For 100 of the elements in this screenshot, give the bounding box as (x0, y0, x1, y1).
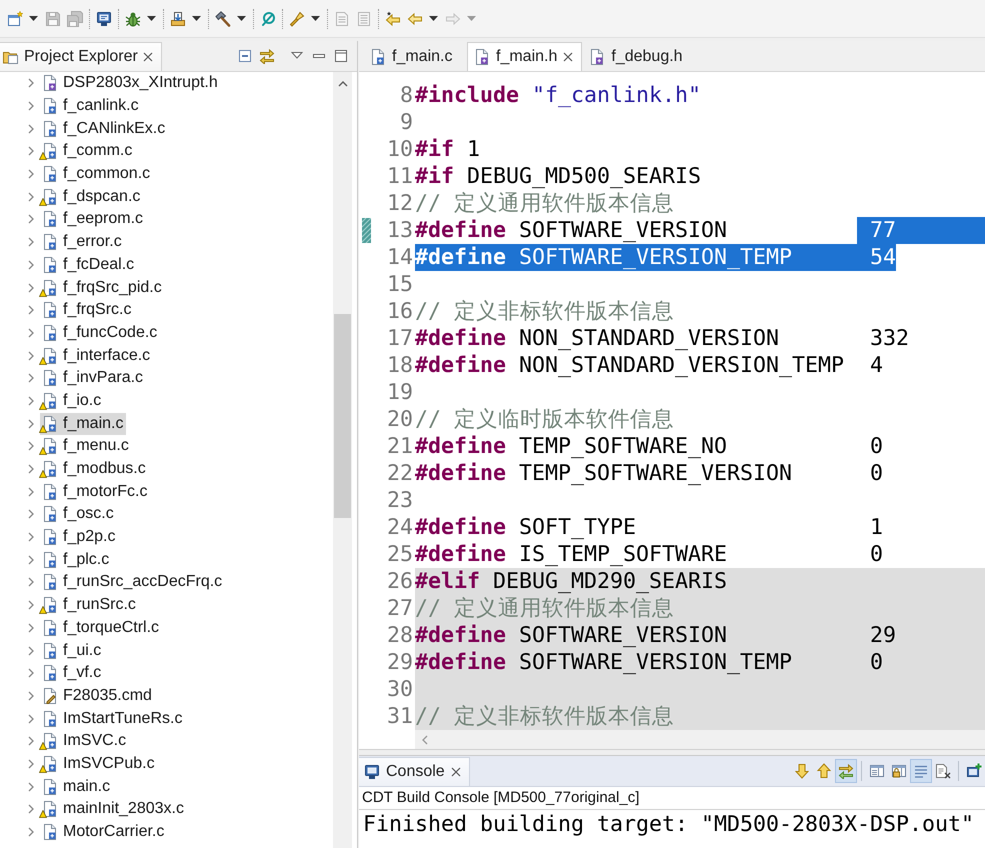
chevron-icon[interactable] (26, 396, 36, 406)
chevron-icon[interactable] (26, 827, 36, 838)
tree-item[interactable]: f_interface.c (40, 344, 154, 367)
console-tab[interactable]: Console (359, 757, 470, 786)
tree-item[interactable]: f_io.c (40, 390, 104, 412)
tree-item[interactable]: MotorCarrier.c (40, 821, 168, 844)
chevron-icon[interactable] (26, 237, 36, 248)
chevron-icon[interactable] (26, 600, 36, 610)
bug-icon[interactable] (125, 10, 141, 26)
tree-item[interactable]: f_vf.c (40, 662, 104, 684)
tree-item[interactable]: f_canlink.c (40, 95, 142, 118)
hammer-icon[interactable] (215, 10, 231, 26)
download-tray-icon[interactable] (170, 10, 186, 26)
tree-item[interactable]: F28035.cmd (40, 684, 155, 707)
chevron-icon[interactable] (26, 486, 36, 497)
chevron-icon[interactable] (26, 714, 36, 724)
tree-item[interactable]: f_common.c (40, 163, 154, 186)
chevron-icon[interactable] (26, 646, 36, 656)
editor-tab[interactable]: f_main.c (363, 42, 467, 71)
tree-item[interactable]: f_frqSrc_pid.c (40, 276, 165, 299)
chevron-icon[interactable] (26, 373, 36, 384)
window-star-icon[interactable] (7, 10, 23, 26)
tree-item[interactable]: ImSVCPub.c (40, 752, 158, 775)
chevron-icon[interactable] (26, 577, 36, 588)
tree-item[interactable]: f_main.c (40, 412, 126, 435)
maximize-icon[interactable] (333, 48, 349, 64)
vertical-scrollbar[interactable] (333, 72, 352, 848)
view-tab[interactable]: Project Explorer (0, 42, 162, 71)
caret-icon[interactable] (237, 16, 246, 21)
tree-item[interactable]: f_funcCode.c (40, 322, 160, 344)
tree-item[interactable]: f_p2p.c (40, 526, 118, 548)
tree-item[interactable]: f_motorFc.c (40, 480, 150, 503)
chevron-icon[interactable] (26, 101, 36, 112)
back-arrow-star-icon[interactable] (385, 10, 401, 26)
chevron-icon[interactable] (26, 192, 36, 202)
scrollbar-thumb[interactable] (334, 314, 351, 518)
chevron-icon[interactable] (26, 146, 36, 156)
chevron-icon[interactable] (26, 554, 36, 565)
tree-item[interactable]: f_CANlinkEx.c (40, 118, 168, 140)
line-number: 17 (386, 325, 413, 352)
chevron-icon[interactable] (26, 305, 36, 316)
chevron-icon[interactable] (26, 418, 36, 429)
tree-item[interactable]: f_comm.c (40, 140, 136, 162)
chevron-icon[interactable] (26, 350, 36, 361)
tree-item[interactable]: f_plc.c (40, 548, 112, 571)
tree-item[interactable]: f_runSrc_accDecFrq.c (40, 571, 226, 594)
chevron-icon[interactable] (26, 622, 36, 633)
tree-item[interactable]: mainInit_2803x.c (40, 798, 187, 820)
tree-item[interactable]: ImStartTuneRs.c (40, 708, 186, 730)
tree-item[interactable]: f_menu.c (40, 435, 132, 458)
chevron-icon[interactable] (26, 690, 36, 701)
close-icon[interactable] (563, 52, 574, 62)
search-icon[interactable] (260, 10, 276, 26)
caret-icon[interactable] (192, 16, 201, 21)
chevron-icon[interactable] (26, 736, 36, 746)
tree-item[interactable]: f_invPara.c (40, 367, 146, 390)
tree-item[interactable]: f_osc.c (40, 503, 117, 526)
chevron-icon[interactable] (26, 464, 36, 474)
chevron-icon[interactable] (26, 668, 36, 678)
chevron-icon[interactable] (26, 758, 36, 769)
caret-icon[interactable] (311, 16, 320, 21)
tree-item[interactable]: f_eeprom.c (40, 208, 146, 230)
chevron-icon[interactable] (26, 124, 36, 134)
chevron-icon[interactable] (26, 260, 36, 270)
close-icon[interactable] (142, 52, 153, 62)
tree-item[interactable]: f_dspcan.c (40, 186, 144, 208)
chevron-icon[interactable] (26, 282, 36, 293)
chevron-icon[interactable] (26, 804, 36, 814)
link-button[interactable] (835, 759, 857, 783)
chevron-icon[interactable] (26, 782, 36, 792)
editor-tab[interactable]: f_debug.h (582, 42, 692, 71)
tree-item[interactable]: f_error.c (40, 231, 125, 254)
tree-item[interactable]: f_ui.c (40, 640, 104, 662)
caret-icon[interactable] (147, 16, 156, 21)
chevron-icon[interactable] (26, 328, 36, 338)
tree-item[interactable]: f_runSrc.c (40, 594, 139, 616)
caret-icon[interactable] (29, 16, 38, 21)
swap-arrows-icon[interactable] (259, 48, 275, 64)
monitor-icon[interactable] (96, 10, 112, 26)
tree-item[interactable]: f_fcDeal.c (40, 254, 138, 276)
chevron-icon[interactable] (26, 169, 36, 180)
back-arrow-icon[interactable] (407, 10, 423, 26)
tree-item[interactable]: f_modbus.c (40, 458, 149, 480)
chevron-icon[interactable] (26, 532, 36, 542)
minus-box-icon[interactable] (237, 48, 253, 64)
left-chevron-icon[interactable] (421, 734, 429, 744)
chevron-icon[interactable] (26, 509, 36, 520)
tree-item[interactable]: f_frqSrc.c (40, 299, 134, 322)
horizontal-scrollbar[interactable] (415, 730, 985, 749)
caret-icon[interactable] (429, 16, 438, 21)
tree-item[interactable]: f_torqueCtrl.c (40, 616, 162, 639)
tree-item[interactable]: ImSVC.c (40, 730, 130, 752)
chevron-icon[interactable] (26, 78, 36, 88)
chevron-icon[interactable] (26, 441, 36, 452)
flashlight-icon[interactable] (289, 10, 305, 26)
tree-item[interactable]: main.c (40, 776, 114, 798)
tree-item[interactable]: DSP2803x_XIntrupt.h (40, 72, 221, 94)
editor-tab[interactable]: f_main.h (467, 42, 582, 71)
chevron-icon[interactable] (26, 214, 36, 224)
close-icon[interactable] (450, 767, 461, 777)
